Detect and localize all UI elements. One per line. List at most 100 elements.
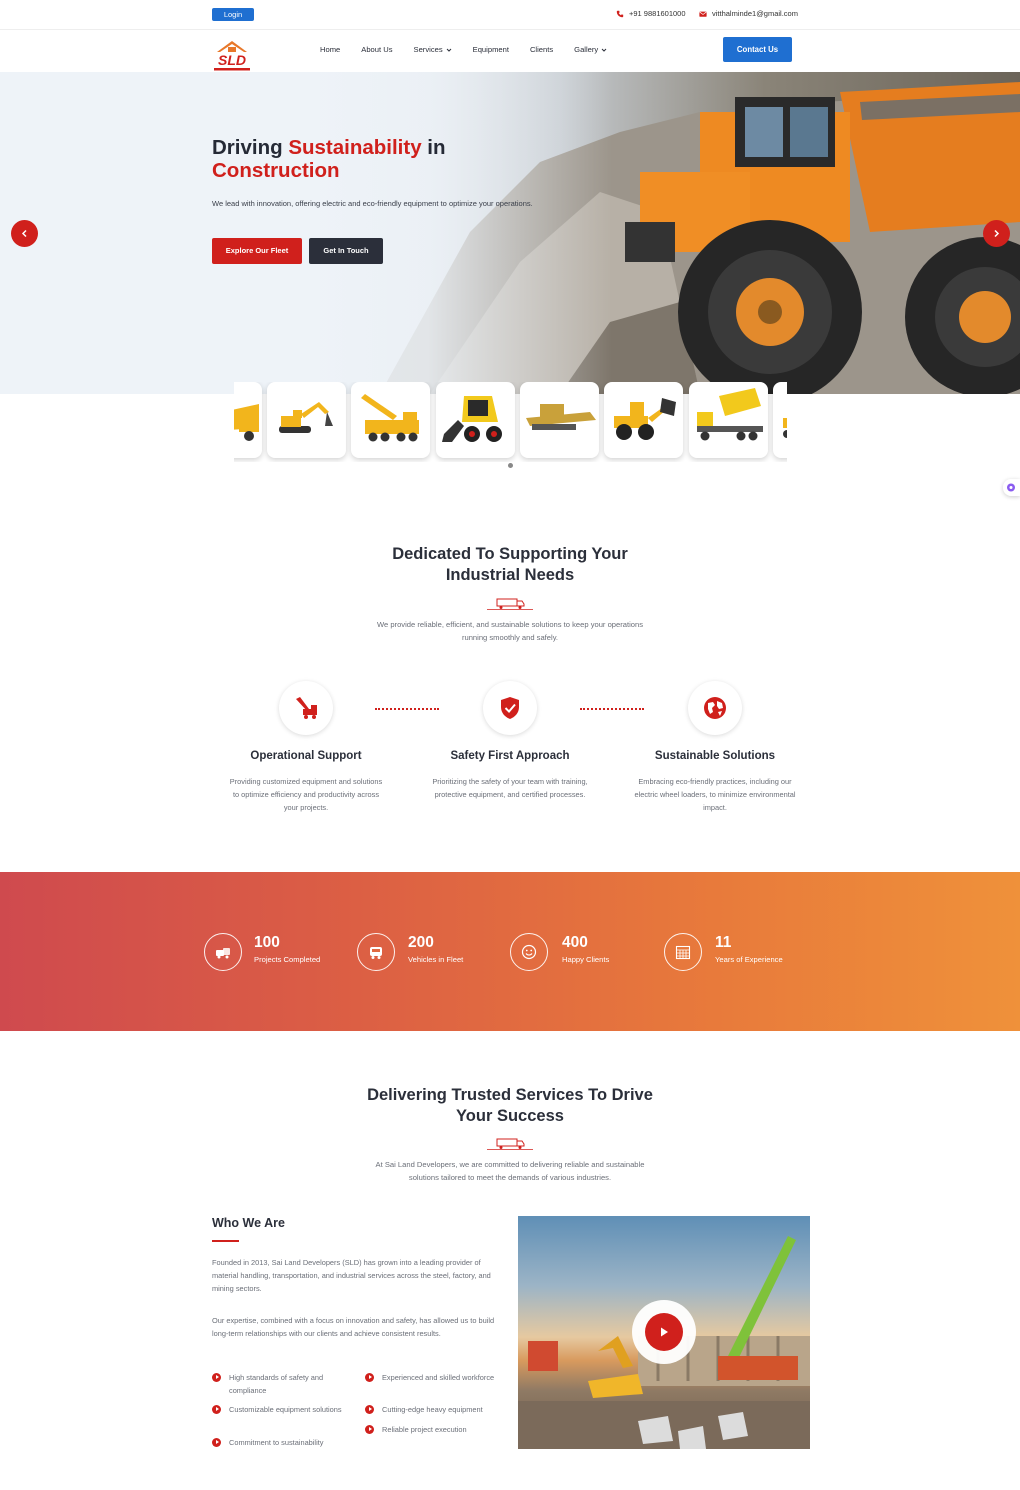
feature-text: Prioritizing the safety of your team wit… <box>432 777 588 799</box>
nav-label: Services <box>413 45 443 54</box>
smile-glyph <box>521 944 537 960</box>
play-circle-icon <box>212 1405 221 1414</box>
feature-text: Providing customized equipment and solut… <box>229 777 383 812</box>
dump-truck-icon <box>783 418 787 438</box>
feature-bullet: Reliable project execution <box>365 1423 515 1436</box>
feature-title: Safety First Approach <box>450 750 570 762</box>
stat-number: 400 <box>562 934 588 951</box>
subtitle-line: We provide reliable, efficient, and sust… <box>376 620 644 629</box>
stat-label: Years of Experience <box>715 955 783 964</box>
nav-menu: Home About Us Services Equipment Clients… <box>320 45 628 54</box>
sld-logo[interactable]: SLD <box>210 38 254 72</box>
nav-item-home[interactable]: Home <box>320 45 340 54</box>
nav-item-clients[interactable]: Clients <box>530 45 553 54</box>
bullet-text: Customizable equipment solutions <box>229 1405 342 1414</box>
bullet-text: High standards of safety and compliance <box>229 1373 324 1395</box>
chevron-right-icon <box>994 229 1000 238</box>
operational-support-feature-icon <box>279 681 333 735</box>
company-video-thumbnail[interactable] <box>518 1216 810 1449</box>
carousel-dot[interactable] <box>508 463 513 468</box>
stat-number: 200 <box>408 934 434 951</box>
support-section-title: Dedicated To Supporting Your Industrial N… <box>0 544 1020 586</box>
stat-number: 11 <box>715 934 732 951</box>
title-line: Your Success <box>456 1107 564 1125</box>
nav-item-about[interactable]: About Us <box>361 45 392 54</box>
subtitle-line: running smoothly and safely. <box>461 633 559 642</box>
equipment-carousel[interactable] <box>234 382 787 462</box>
explore-fleet-button[interactable]: Explore Our Fleet <box>212 238 302 264</box>
nav-item-services[interactable]: Services <box>414 45 452 54</box>
envelope-icon <box>699 11 707 17</box>
excavator-icon <box>279 402 333 433</box>
bullet-text: Cutting-edge heavy equipment <box>382 1405 483 1414</box>
contact-us-button[interactable]: Contact Us <box>723 37 792 62</box>
vehicle-glyph <box>370 946 382 959</box>
get-in-touch-button[interactable]: Get In Touch <box>309 238 383 264</box>
nav-item-equipment[interactable]: Equipment <box>473 45 509 54</box>
vehicle-icon <box>357 933 395 971</box>
feature-bullet: High standards of safety and compliance <box>212 1371 362 1397</box>
email-address: vitthalminde1@gmail.com <box>712 9 798 18</box>
email-contact[interactable]: vitthalminde1@gmail.com <box>699 9 798 18</box>
next-slide-button[interactable] <box>983 220 1010 247</box>
chevron-left-icon <box>21 229 27 238</box>
nav-label: Clients <box>529 45 554 54</box>
projects-glyph <box>216 948 230 959</box>
title-line: Industrial Needs <box>445 566 575 584</box>
play-button[interactable] <box>632 1300 696 1364</box>
mobile-crusher-icon <box>526 404 596 430</box>
stat-number: 100 <box>254 934 280 951</box>
hero-subtitle: We lead with innovation, offering electr… <box>212 199 533 208</box>
bullet-text: Commitment to sustainability <box>229 1438 324 1447</box>
equipment-card-dump-truck[interactable] <box>234 382 262 458</box>
feature-bullet: Commitment to sustainability <box>212 1436 362 1449</box>
equipment-card-mobile-crusher[interactable] <box>520 382 599 458</box>
subtitle-line: solutions tailored to meet the demands o… <box>408 1173 612 1182</box>
calendar-icon <box>664 933 702 971</box>
equipment-card-tipper-truck[interactable] <box>689 382 768 458</box>
equipment-card-skid-steer[interactable] <box>436 382 515 458</box>
services-section-title: Delivering Trusted Services To Drive Your… <box>0 1085 1020 1127</box>
equipment-card-mobile-crane[interactable] <box>351 382 430 458</box>
stat-label: Happy Clients <box>562 955 610 964</box>
equipment-card-dump-truck[interactable] <box>773 382 787 458</box>
top-bar: Login +91 9881601000 vitthalminde1@gmail… <box>0 0 1020 30</box>
feature-text: Embracing eco-friendly practices, includ… <box>634 777 796 812</box>
prev-slide-button[interactable] <box>11 220 38 247</box>
chevron-down-icon <box>601 48 607 52</box>
phone-number: +91 9881601000 <box>629 9 686 18</box>
equipment-card-wheel-loader[interactable] <box>604 382 683 458</box>
wheel-loader-icon <box>614 398 676 440</box>
equipment-card-excavator[interactable] <box>267 382 346 458</box>
phone-icon <box>616 10 624 17</box>
nav-label: Equipment <box>472 45 509 54</box>
smile-icon <box>510 933 548 971</box>
tipper-truck-icon <box>697 388 763 441</box>
who-paragraph: Founded in 2013, Sai Land Developers (SL… <box>212 1258 491 1293</box>
play-circle-icon <box>212 1438 221 1447</box>
mobile-crane-icon <box>361 394 419 442</box>
title-line: Delivering Trusted Services To Drive <box>367 1086 653 1104</box>
stats-band: 100 Projects Completed 200 Vehicles in F… <box>0 872 1020 1031</box>
widget-icon <box>1007 483 1015 492</box>
hero-title-highlight: Sustainability <box>288 136 422 159</box>
truck-divider-icon <box>487 598 533 610</box>
title-underline <box>212 1240 239 1242</box>
nav-label: Gallery <box>574 45 599 54</box>
hero-slider: Driving Sustainability in Construction We… <box>0 72 1020 394</box>
feature-connector <box>580 708 644 710</box>
floating-widget-icon[interactable] <box>1003 479 1020 496</box>
phone-contact[interactable]: +91 9881601000 <box>616 9 686 18</box>
title-line: Dedicated To Supporting Your <box>392 545 628 563</box>
login-button[interactable]: Login <box>212 8 254 21</box>
feature-bullet: Customizable equipment solutions <box>212 1403 362 1416</box>
dump-truck-icon <box>234 404 259 441</box>
nav-item-gallery[interactable]: Gallery <box>574 45 607 54</box>
crane-icon <box>296 697 317 719</box>
svg-text:SLD: SLD <box>218 52 246 68</box>
who-paragraph: Our expertise, combined with a focus on … <box>212 1316 495 1338</box>
hero-dump-truck-image <box>0 72 1020 394</box>
feature-bullet: Cutting-edge heavy equipment <box>365 1403 515 1416</box>
play-circle-icon <box>365 1373 374 1382</box>
feature-bullet: Experienced and skilled workforce <box>365 1371 515 1384</box>
